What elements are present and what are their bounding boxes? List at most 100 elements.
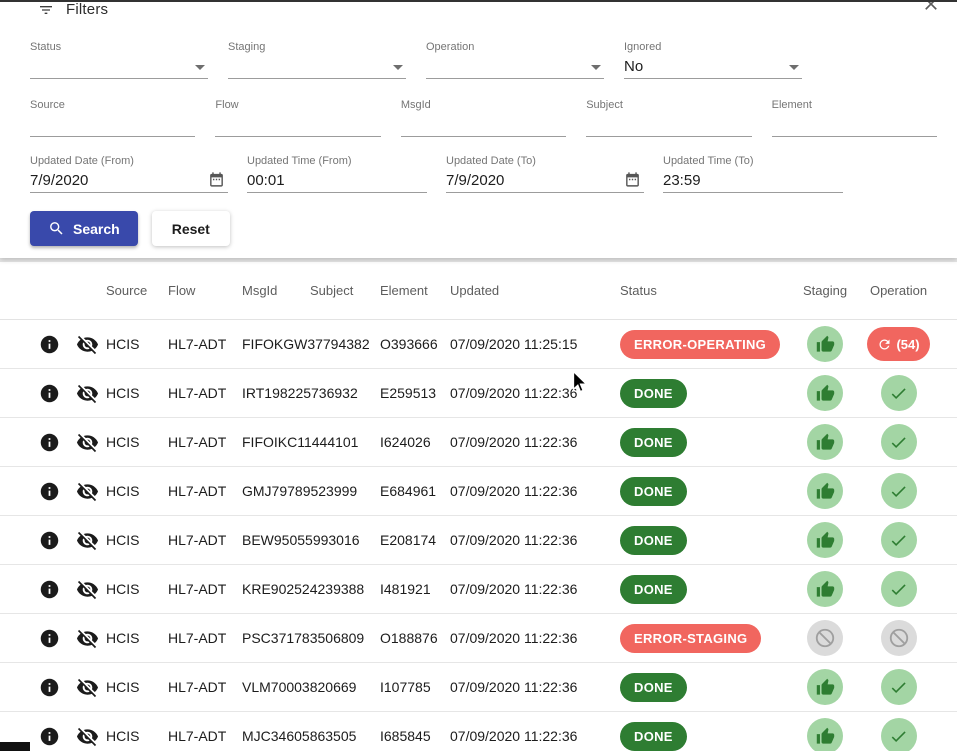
close-filters-button[interactable] [921,0,943,15]
filters-title: Filters [66,1,108,18]
cell-source: HCIS [106,336,168,352]
eye-off-icon [76,725,99,748]
filter-staging-select[interactable]: Staging [228,41,406,79]
info-button[interactable] [39,628,60,649]
table-row: HCIS HL7-ADT FIFOIKC11444101 I624026 07/… [0,418,957,467]
staging-approve-button[interactable] [807,375,843,411]
field-value: 00:01 [247,172,285,189]
column-header-staging: Staging [790,283,860,298]
thumb-up-icon [816,678,835,697]
filter-updated-time-to[interactable]: Updated Time (To) 23:59 [663,155,843,193]
info-button[interactable] [39,677,60,698]
eye-off-button[interactable] [76,578,99,601]
cell-flow: HL7-ADT [168,336,242,352]
staging-approve-button[interactable] [807,718,843,751]
field-label: Source [30,99,195,112]
table-row: HCIS HL7-ADT FIFOKGW37794382 O393666 07/… [0,320,957,369]
field-label: Status [30,41,208,54]
cell-msgid: FIFOKGW37794382 [242,336,310,352]
eye-off-button[interactable] [76,382,99,405]
search-button[interactable]: Search [30,211,138,246]
filter-msgid-input[interactable]: MsgId [401,99,566,137]
table-row: HCIS HL7-ADT VLM70003820669 I107785 07/0… [0,663,957,712]
cell-msgid: PSC371783506809 [242,630,310,646]
staging-approve-button[interactable] [807,424,843,460]
retry-count: (54) [896,337,919,352]
filter-updated-date-to[interactable]: Updated Date (To) 7/9/2020 [446,155,644,193]
column-header-status: Status [620,283,790,298]
staging-approve-button[interactable] [807,522,843,558]
info-button[interactable] [39,432,60,453]
staging-blocked-icon [807,620,843,656]
filter-updated-time-from[interactable]: Updated Time (From) 00:01 [247,155,427,193]
filter-row-selects: Status Staging Operation Ignored No [0,41,957,79]
staging-approve-button[interactable] [807,669,843,705]
operation-done-icon [881,424,917,460]
eye-off-button[interactable] [76,725,99,748]
filter-subject-input[interactable]: Subject [586,99,751,137]
eye-off-button[interactable] [76,627,99,650]
eye-off-button[interactable] [76,333,99,356]
info-button[interactable] [39,383,60,404]
cell-flow: HL7-ADT [168,630,242,646]
field-label: Staging [228,41,406,54]
filter-updated-date-from[interactable]: Updated Date (From) 7/9/2020 [30,155,228,193]
filter-operation-select[interactable]: Operation [426,41,604,79]
cell-source: HCIS [106,581,168,597]
eye-off-button[interactable] [76,529,99,552]
info-button[interactable] [39,579,60,600]
operation-done-icon [881,669,917,705]
field-label: Element [772,99,937,112]
cell-source: HCIS [106,385,168,401]
eye-off-button[interactable] [76,431,99,454]
cell-source: HCIS [106,483,168,499]
eye-off-icon [76,676,99,699]
calendar-icon[interactable] [624,171,641,188]
cell-element: O188876 [380,630,450,646]
thumb-up-icon [816,384,835,403]
cell-updated: 07/09/2020 11:22:36 [450,434,620,450]
filter-flow-input[interactable]: Flow [215,99,380,137]
check-icon [889,384,908,403]
info-icon [39,481,60,502]
eye-off-icon [76,578,99,601]
staging-approve-button[interactable] [807,326,843,362]
eye-off-icon [76,333,99,356]
cell-element: E208174 [380,532,450,548]
filter-source-input[interactable]: Source [30,99,195,137]
operation-blocked-icon [881,620,917,656]
field-label: Subject [586,99,751,112]
cell-flow: HL7-ADT [168,483,242,499]
staging-approve-button[interactable] [807,571,843,607]
info-icon [39,334,60,355]
info-button[interactable] [39,530,60,551]
info-icon [39,628,60,649]
cell-msgid: IRT198225736932 [242,385,310,401]
thumb-up-icon [816,335,835,354]
operation-done-icon [881,571,917,607]
info-button[interactable] [39,334,60,355]
filter-ignored-select[interactable]: Ignored No [624,41,802,79]
column-header-updated: Updated [450,283,620,298]
cell-msgid: GMJ79789523999 [242,483,310,499]
field-value: 23:59 [663,172,701,189]
filter-row-datetime: Updated Date (From) 7/9/2020 Updated Tim… [0,155,957,193]
calendar-icon[interactable] [208,171,225,188]
info-button[interactable] [39,481,60,502]
eye-off-icon [76,480,99,503]
info-button[interactable] [39,726,60,747]
eye-off-button[interactable] [76,676,99,699]
filter-status-select[interactable]: Status [30,41,208,79]
cell-flow: HL7-ADT [168,385,242,401]
reset-button[interactable]: Reset [152,211,230,246]
cell-updated: 07/09/2020 11:22:36 [450,385,620,401]
blocked-icon [888,627,910,649]
staging-approve-button[interactable] [807,473,843,509]
status-badge: DONE [620,526,687,555]
operation-retry-button[interactable]: (54) [867,327,929,361]
eye-off-button[interactable] [76,480,99,503]
cell-updated: 07/09/2020 11:22:36 [450,728,620,744]
filter-element-input[interactable]: Element [772,99,937,137]
cell-source: HCIS [106,434,168,450]
column-header-subject: Subject [310,283,380,298]
